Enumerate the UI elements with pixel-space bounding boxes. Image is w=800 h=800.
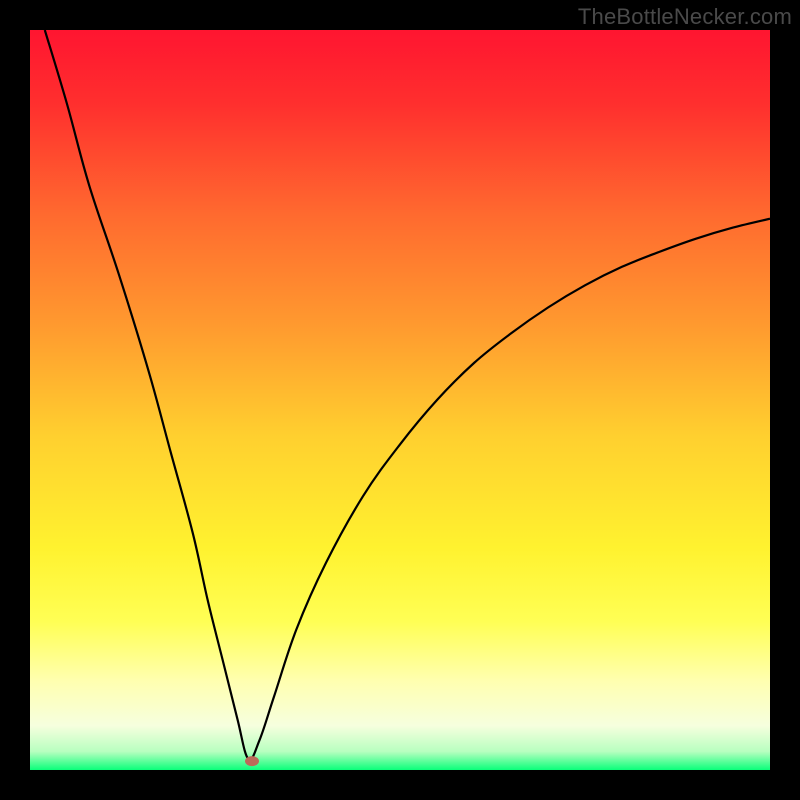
optimal-point-marker: [245, 756, 259, 766]
chart-frame: TheBottleNecker.com: [0, 0, 800, 800]
bottleneck-chart: [30, 30, 770, 770]
watermark-text: TheBottleNecker.com: [578, 4, 792, 30]
gradient-background: [30, 30, 770, 770]
